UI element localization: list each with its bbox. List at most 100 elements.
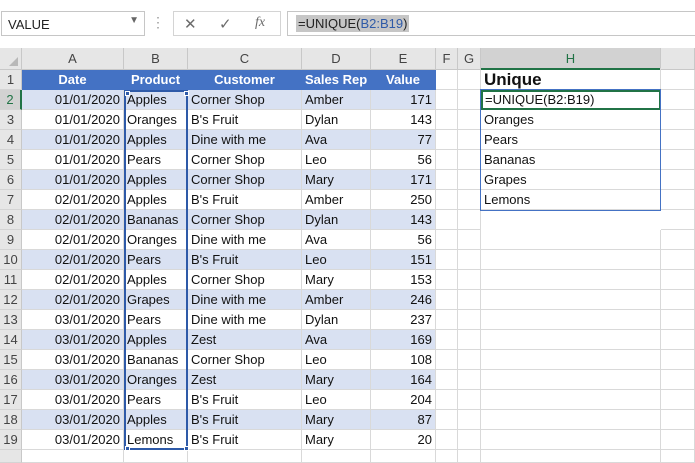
table-cell[interactable]: Ava bbox=[302, 130, 371, 150]
empty-cell[interactable] bbox=[436, 210, 458, 230]
table-cell[interactable]: Ava bbox=[302, 330, 371, 350]
table-cell[interactable]: Pears bbox=[124, 310, 188, 330]
column-header-b[interactable]: B bbox=[124, 48, 188, 70]
empty-cell[interactable] bbox=[458, 450, 481, 463]
empty-cell[interactable] bbox=[436, 370, 458, 390]
table-cell[interactable]: 03/01/2020 bbox=[22, 430, 124, 450]
table-cell[interactable]: B's Fruit bbox=[188, 190, 302, 210]
empty-cell[interactable] bbox=[661, 290, 695, 310]
table-cell[interactable]: 03/01/2020 bbox=[22, 350, 124, 370]
table-header-cell[interactable]: Date bbox=[22, 70, 124, 90]
empty-cell[interactable] bbox=[458, 170, 481, 190]
table-cell[interactable]: Pears bbox=[124, 390, 188, 410]
table-cell[interactable]: Mary bbox=[302, 270, 371, 290]
table-cell[interactable]: Lemons bbox=[124, 430, 188, 450]
unique-value[interactable]: Grapes bbox=[481, 170, 661, 190]
empty-cell[interactable] bbox=[436, 230, 458, 250]
empty-cell[interactable] bbox=[481, 390, 661, 410]
table-cell[interactable]: 20 bbox=[371, 430, 436, 450]
column-header-e[interactable]: E bbox=[371, 48, 436, 70]
table-cell[interactable]: Leo bbox=[302, 250, 371, 270]
empty-cell[interactable] bbox=[481, 430, 661, 450]
row-header-18[interactable]: 18 bbox=[0, 410, 22, 430]
row-header-19[interactable]: 19 bbox=[0, 430, 22, 450]
empty-cell[interactable] bbox=[661, 130, 695, 150]
table-cell[interactable]: Dylan bbox=[302, 110, 371, 130]
table-cell[interactable]: Dylan bbox=[302, 310, 371, 330]
unique-value[interactable]: Oranges bbox=[481, 110, 661, 130]
table-cell[interactable]: B's Fruit bbox=[188, 390, 302, 410]
row-header-6[interactable]: 6 bbox=[0, 170, 22, 190]
row-header-9[interactable]: 9 bbox=[0, 230, 22, 250]
table-cell[interactable]: Amber bbox=[302, 190, 371, 210]
empty-cell[interactable] bbox=[661, 270, 695, 290]
table-cell[interactable]: 03/01/2020 bbox=[22, 390, 124, 410]
table-header-cell[interactable]: Product bbox=[124, 70, 188, 90]
empty-cell[interactable] bbox=[458, 230, 481, 250]
empty-cell[interactable] bbox=[436, 150, 458, 170]
row-header-10[interactable]: 10 bbox=[0, 250, 22, 270]
empty-cell[interactable] bbox=[302, 450, 371, 463]
table-cell[interactable]: Corner Shop bbox=[188, 270, 302, 290]
column-header-g[interactable]: G bbox=[458, 48, 481, 70]
unique-value[interactable]: Bananas bbox=[481, 150, 661, 170]
table-cell[interactable]: 56 bbox=[371, 150, 436, 170]
empty-cell[interactable] bbox=[436, 310, 458, 330]
empty-cell[interactable] bbox=[661, 410, 695, 430]
row-header-17[interactable]: 17 bbox=[0, 390, 22, 410]
empty-cell[interactable] bbox=[458, 250, 481, 270]
empty-cell[interactable] bbox=[661, 210, 695, 230]
empty-cell[interactable] bbox=[481, 450, 661, 463]
table-cell[interactable]: 108 bbox=[371, 350, 436, 370]
empty-cell[interactable] bbox=[481, 270, 661, 290]
table-cell[interactable]: 03/01/2020 bbox=[22, 330, 124, 350]
table-cell[interactable]: 77 bbox=[371, 130, 436, 150]
active-cell[interactable]: =UNIQUE(B2:B19) bbox=[481, 90, 661, 110]
chevron-down-icon[interactable]: ▼ bbox=[129, 15, 139, 26]
table-cell[interactable]: Apples bbox=[124, 90, 188, 110]
empty-cell[interactable] bbox=[458, 330, 481, 350]
table-cell[interactable]: Apples bbox=[124, 330, 188, 350]
empty-cell[interactable] bbox=[436, 130, 458, 150]
empty-cell[interactable] bbox=[481, 250, 661, 270]
table-cell[interactable]: 02/01/2020 bbox=[22, 210, 124, 230]
table-cell[interactable]: 01/01/2020 bbox=[22, 90, 124, 110]
row-header-1[interactable]: 1 bbox=[0, 70, 22, 90]
table-cell[interactable]: Corner Shop bbox=[188, 150, 302, 170]
table-cell[interactable]: 143 bbox=[371, 210, 436, 230]
table-cell[interactable]: Oranges bbox=[124, 110, 188, 130]
table-cell[interactable]: 02/01/2020 bbox=[22, 270, 124, 290]
empty-cell[interactable] bbox=[436, 270, 458, 290]
empty-cell[interactable] bbox=[22, 450, 124, 463]
table-cell[interactable]: 153 bbox=[371, 270, 436, 290]
table-cell[interactable]: Dine with me bbox=[188, 130, 302, 150]
row-header-14[interactable]: 14 bbox=[0, 330, 22, 350]
name-box[interactable]: VALUE ▼ bbox=[1, 11, 145, 36]
empty-cell[interactable] bbox=[481, 230, 661, 250]
table-cell[interactable]: Mary bbox=[302, 430, 371, 450]
empty-cell[interactable] bbox=[436, 330, 458, 350]
empty-cell[interactable] bbox=[661, 190, 695, 210]
table-cell[interactable]: 03/01/2020 bbox=[22, 310, 124, 330]
table-cell[interactable]: 164 bbox=[371, 370, 436, 390]
table-cell[interactable]: Dine with me bbox=[188, 290, 302, 310]
row-header-3[interactable]: 3 bbox=[0, 110, 22, 130]
table-cell[interactable]: Zest bbox=[188, 330, 302, 350]
empty-cell[interactable] bbox=[458, 310, 481, 330]
empty-cell[interactable] bbox=[661, 110, 695, 130]
table-cell[interactable]: 237 bbox=[371, 310, 436, 330]
row-header-13[interactable]: 13 bbox=[0, 310, 22, 330]
empty-cell[interactable] bbox=[436, 390, 458, 410]
table-cell[interactable]: 204 bbox=[371, 390, 436, 410]
table-cell[interactable]: Mary bbox=[302, 370, 371, 390]
empty-cell[interactable] bbox=[661, 390, 695, 410]
row-header-12[interactable]: 12 bbox=[0, 290, 22, 310]
table-cell[interactable]: Ava bbox=[302, 230, 371, 250]
table-cell[interactable]: 01/01/2020 bbox=[22, 110, 124, 130]
column-header-f[interactable]: F bbox=[436, 48, 458, 70]
empty-cell[interactable] bbox=[436, 170, 458, 190]
enter-icon[interactable]: ✓ bbox=[219, 15, 232, 33]
empty-cell[interactable] bbox=[481, 410, 661, 430]
cancel-icon[interactable]: ✕ bbox=[184, 15, 197, 33]
column-header-c[interactable]: C bbox=[188, 48, 302, 70]
